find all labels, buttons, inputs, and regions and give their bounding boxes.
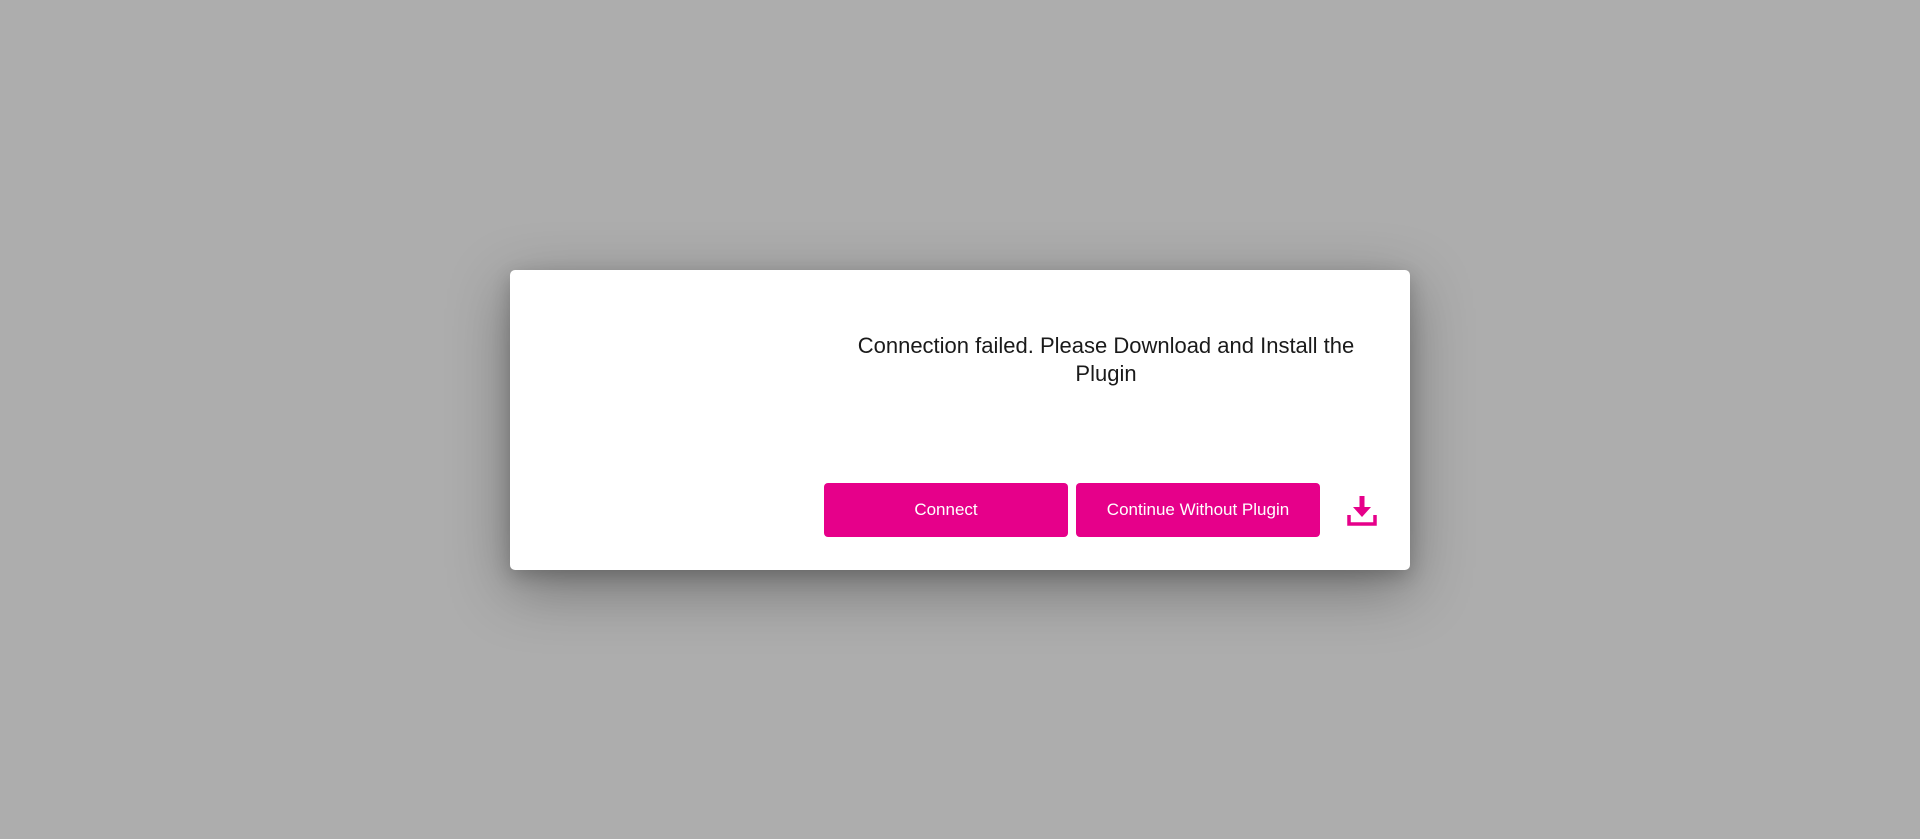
download-icon xyxy=(1347,496,1377,526)
continue-without-plugin-button[interactable]: Continue Without Plugin xyxy=(1076,483,1320,537)
dialog-message: Connection failed. Please Download and I… xyxy=(857,333,1355,386)
dialog-actions: Connect Continue Without Plugin xyxy=(824,483,1320,537)
connect-button[interactable]: Connect xyxy=(824,483,1068,537)
download-plugin-button[interactable] xyxy=(1345,494,1379,528)
plugin-connection-dialog: Connection failed. Please Download and I… xyxy=(510,270,1410,570)
